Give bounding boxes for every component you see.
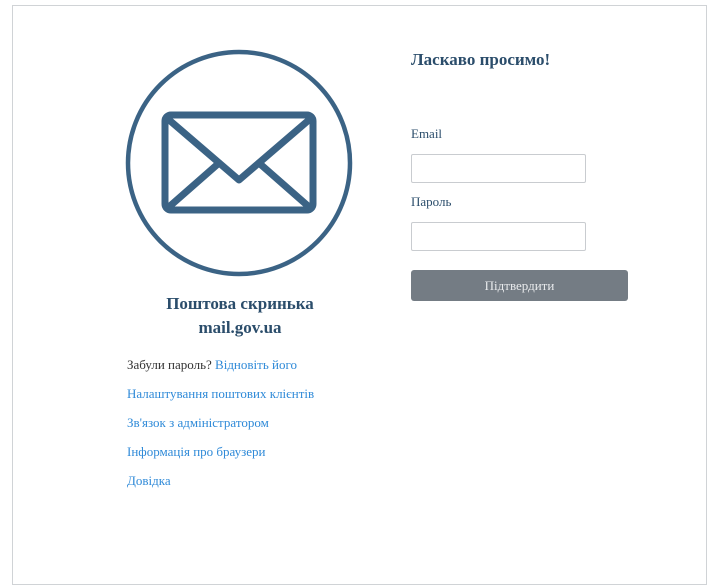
email-field[interactable] <box>411 154 586 183</box>
restore-password-link[interactable]: Відновіть його <box>215 357 297 372</box>
help-link[interactable]: Довідка <box>127 473 171 488</box>
browsers-info-link[interactable]: Інформація про браузери <box>127 444 266 459</box>
site-title: Поштова скринька mail.gov.ua <box>118 292 362 340</box>
forgot-password-text: Забули пароль? <box>127 357 212 372</box>
forgot-password-row: Забули пароль? Відновіть його <box>127 356 314 385</box>
contact-admin-link[interactable]: Зв'язок з адміністратором <box>127 415 269 430</box>
envelope-logo-icon <box>125 49 353 277</box>
email-label: Email <box>411 126 443 141</box>
submit-button[interactable]: Підтвердити <box>411 270 628 301</box>
site-title-line1: Поштова скринька <box>166 294 314 313</box>
mail-clients-settings-link[interactable]: Налаштування поштових клієнтів <box>127 386 314 401</box>
welcome-heading: Ласкаво просимо! <box>411 50 551 69</box>
password-label: Пароль <box>411 194 452 209</box>
site-title-line2: mail.gov.ua <box>198 318 282 337</box>
help-links: Забули пароль? Відновіть його Налаштуван… <box>127 356 314 501</box>
password-field[interactable] <box>411 222 586 251</box>
